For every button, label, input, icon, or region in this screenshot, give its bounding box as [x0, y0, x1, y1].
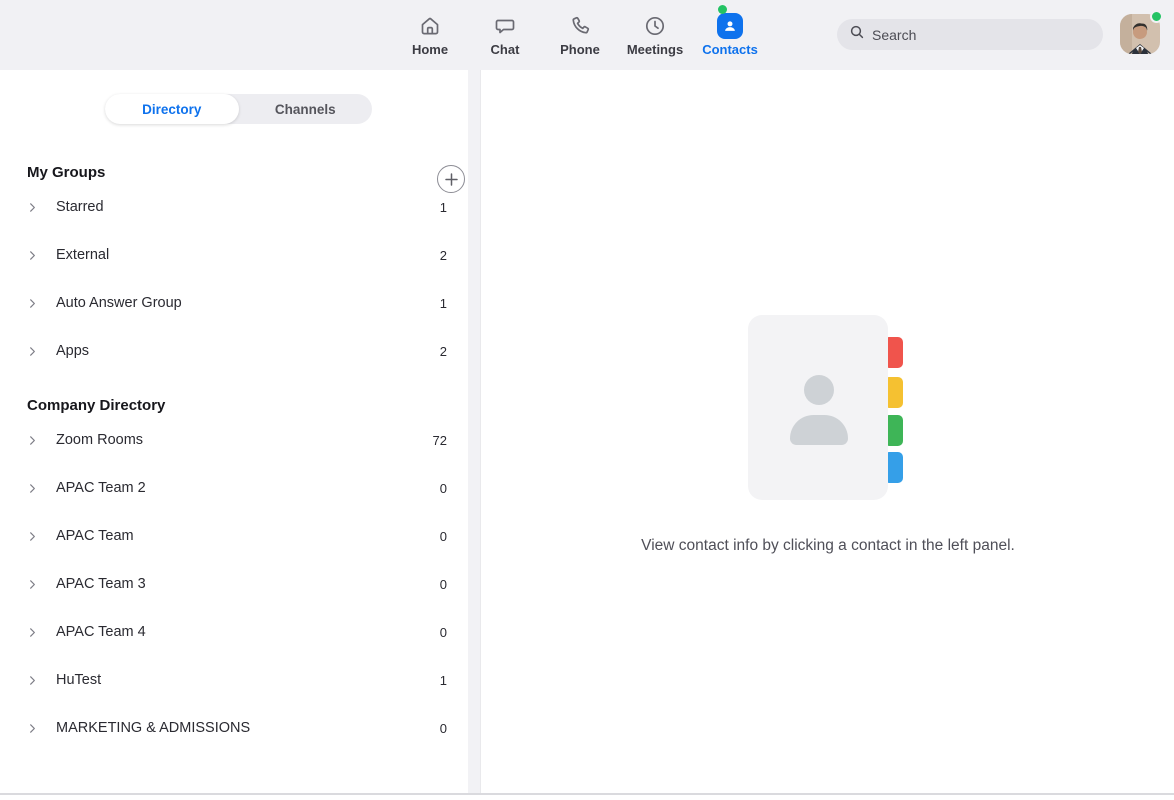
meetings-icon	[643, 12, 667, 40]
group-row-hutest[interactable]: HuTest 1	[0, 656, 467, 704]
group-count: 2	[427, 248, 447, 263]
tab-home[interactable]: Home	[395, 9, 465, 63]
search-placeholder: Search	[872, 27, 916, 43]
group-row-apac-team[interactable]: APAC Team 0	[0, 512, 467, 560]
chevron-right-icon	[27, 483, 41, 494]
profile-avatar[interactable]	[1120, 14, 1160, 54]
chevron-right-icon	[27, 435, 41, 446]
chevron-right-icon	[27, 723, 41, 734]
avatar-online-status-dot	[1150, 10, 1163, 23]
contacts-notification-dot	[718, 5, 727, 14]
contacts-badge	[717, 13, 743, 39]
group-row-apps[interactable]: Apps 2	[0, 327, 467, 375]
nav-label-chat: Chat	[491, 42, 520, 57]
tab-chat[interactable]: Chat	[470, 9, 540, 63]
sidebar-scrollbar-track[interactable]	[468, 70, 480, 793]
search-input[interactable]: Search	[837, 19, 1103, 50]
group-count: 1	[427, 200, 447, 215]
section-title-company-directory: Company Directory	[27, 397, 467, 414]
contact-book-illustration	[748, 315, 908, 500]
chevron-right-icon	[27, 579, 41, 590]
search-icon	[849, 24, 865, 45]
group-label: MARKETING & ADMISSIONS	[56, 720, 427, 736]
group-label: Zoom Rooms	[56, 432, 427, 448]
group-row-starred[interactable]: Starred 1	[0, 183, 467, 231]
nav-label-contacts: Contacts	[702, 42, 758, 57]
top-bar: Home Chat Phone	[0, 0, 1174, 70]
group-row-apac-team-4[interactable]: APAC Team 4 0	[0, 608, 467, 656]
group-label: Starred	[56, 199, 427, 215]
chevron-right-icon	[27, 250, 41, 261]
tab-phone[interactable]: Phone	[545, 9, 615, 63]
group-row-marketing-admissions[interactable]: MARKETING & ADMISSIONS 0	[0, 704, 467, 752]
group-count: 1	[427, 673, 447, 688]
group-label: External	[56, 247, 427, 263]
tab-channels[interactable]: Channels	[239, 94, 373, 124]
chevron-right-icon	[27, 346, 41, 357]
section-title-my-groups: My Groups	[27, 164, 467, 181]
nav-label-home: Home	[412, 42, 448, 57]
chevron-right-icon	[27, 531, 41, 542]
contacts-sidebar: Directory Channels My Groups Starred 1 E…	[0, 70, 481, 793]
group-count: 1	[427, 296, 447, 311]
tab-directory[interactable]: Directory	[105, 94, 239, 124]
group-label: Apps	[56, 343, 427, 359]
contact-detail-panel: View contact info by clicking a contact …	[482, 70, 1174, 793]
zoom-client-window: Home Chat Phone	[0, 0, 1174, 800]
group-row-apac-team-2[interactable]: APAC Team 2 0	[0, 464, 467, 512]
book-cover	[748, 315, 888, 500]
window-bottom-edge	[0, 793, 1174, 795]
group-label: APAC Team 4	[56, 624, 427, 640]
nav-label-meetings: Meetings	[627, 42, 683, 57]
tab-meetings[interactable]: Meetings	[620, 9, 690, 63]
nav-label-phone: Phone	[560, 42, 600, 57]
group-label: Auto Answer Group	[56, 295, 427, 311]
person-silhouette-body	[790, 415, 848, 445]
chat-icon	[493, 12, 517, 40]
groups-list: My Groups Starred 1 External 2 Auto Answ…	[0, 124, 467, 752]
group-count: 2	[427, 344, 447, 359]
group-label: HuTest	[56, 672, 427, 688]
tab-contacts[interactable]: Contacts	[695, 9, 765, 63]
group-label: APAC Team 2	[56, 480, 427, 496]
group-row-zoom-rooms[interactable]: Zoom Rooms 72	[0, 416, 467, 464]
group-count: 0	[427, 481, 447, 496]
phone-icon	[568, 12, 592, 40]
person-silhouette-head	[804, 375, 834, 405]
chevron-right-icon	[27, 675, 41, 686]
chevron-right-icon	[27, 627, 41, 638]
group-count: 0	[427, 625, 447, 640]
contacts-icon	[717, 12, 743, 40]
main-nav: Home Chat Phone	[395, 9, 765, 63]
group-row-auto-answer-group[interactable]: Auto Answer Group 1	[0, 279, 467, 327]
chevron-right-icon	[27, 298, 41, 309]
directory-channels-switch: Directory Channels	[105, 94, 372, 124]
group-row-external[interactable]: External 2	[0, 231, 467, 279]
group-count: 0	[427, 529, 447, 544]
group-count: 72	[427, 433, 447, 448]
group-label: APAC Team 3	[56, 576, 427, 592]
home-icon	[418, 12, 442, 40]
group-count: 0	[427, 721, 447, 736]
group-row-apac-team-3[interactable]: APAC Team 3 0	[0, 560, 467, 608]
chevron-right-icon	[27, 202, 41, 213]
empty-state-text: View contact info by clicking a contact …	[641, 537, 1015, 555]
group-label: APAC Team	[56, 528, 427, 544]
group-count: 0	[427, 577, 447, 592]
